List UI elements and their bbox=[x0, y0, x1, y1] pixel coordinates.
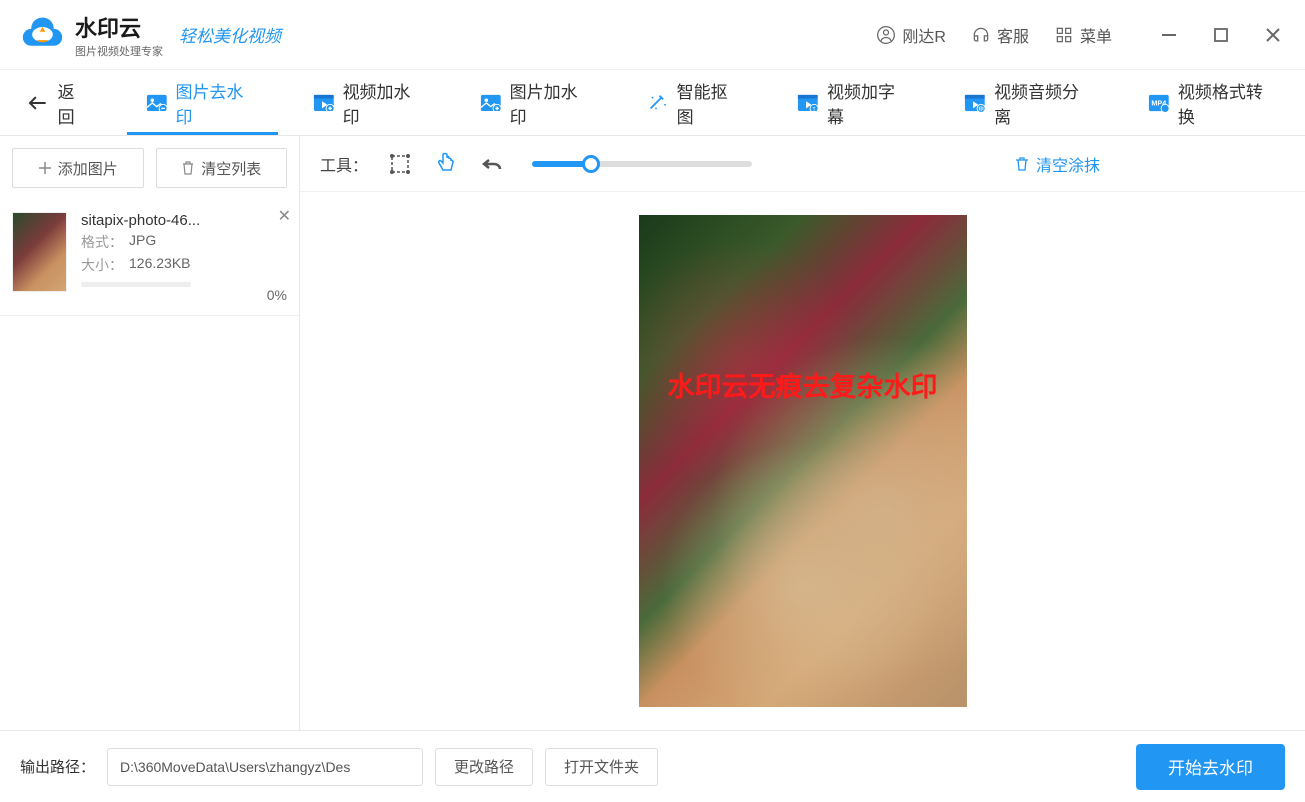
back-label: 返回 bbox=[58, 78, 91, 128]
tab-label: 视频格式转换 bbox=[1178, 78, 1278, 128]
toolbar: 工具： 清空涂抹 bbox=[300, 136, 1305, 192]
app-name: 水印云 bbox=[75, 16, 141, 41]
output-path-label: 输出路径： bbox=[20, 756, 95, 777]
tab-label: 视频音频分离 bbox=[994, 78, 1094, 128]
tab-video-subtitle[interactable]: T 视频加字幕 bbox=[770, 70, 937, 135]
user-label: 刚达R bbox=[902, 23, 946, 47]
sidebar-header: 添加图片 清空列表 bbox=[0, 136, 299, 200]
trash-icon bbox=[1014, 156, 1030, 172]
file-progress-percent: 0% bbox=[81, 287, 287, 303]
headset-icon bbox=[971, 25, 991, 45]
clear-smear-label: 清空涂抹 bbox=[1036, 152, 1100, 176]
footer: 输出路径： D:\360MoveData\Users\zhangyz\Des 更… bbox=[0, 730, 1305, 802]
tab-label: 视频加字幕 bbox=[827, 78, 910, 128]
clear-list-button[interactable]: 清空列表 bbox=[156, 148, 288, 188]
workspace: 工具： 清空涂抹 水印云无痕去复杂水印 bbox=[300, 136, 1305, 730]
brush-size-slider[interactable] bbox=[532, 161, 752, 167]
minimize-icon bbox=[1160, 26, 1178, 44]
file-remove-button[interactable]: ✕ bbox=[278, 206, 291, 226]
tab-image-add-watermark[interactable]: 图片加水印 bbox=[453, 70, 620, 135]
arrow-left-icon bbox=[28, 95, 48, 111]
mp4-icon: MP4 bbox=[1148, 94, 1170, 112]
tab-image-remove-watermark[interactable]: 图片去水印 bbox=[119, 70, 286, 135]
service-button[interactable]: 客服 bbox=[971, 23, 1029, 47]
undo-icon bbox=[480, 152, 504, 176]
menu-button[interactable]: 菜单 bbox=[1054, 23, 1112, 47]
app-subtitle: 图片视频处理专家 bbox=[75, 43, 163, 59]
tab-smart-cutout[interactable]: 智能抠图 bbox=[620, 70, 770, 135]
file-thumbnail bbox=[12, 212, 67, 292]
clear-smear-button[interactable]: 清空涂抹 bbox=[1014, 152, 1100, 176]
image-icon bbox=[146, 94, 168, 112]
maximize-icon bbox=[1212, 26, 1230, 44]
tab-video-add-watermark[interactable]: 视频加水印 bbox=[286, 70, 453, 135]
service-label: 客服 bbox=[997, 23, 1029, 47]
minimize-button[interactable] bbox=[1157, 23, 1181, 47]
plus-icon bbox=[38, 161, 52, 175]
wand-icon bbox=[647, 94, 669, 112]
tool-label: 工具： bbox=[320, 152, 368, 176]
close-icon bbox=[1264, 26, 1282, 44]
app-slogan: 轻松美化视频 bbox=[179, 22, 281, 47]
tab-audio-separate[interactable]: 视频音频分离 bbox=[937, 70, 1121, 135]
select-box-icon bbox=[388, 152, 412, 176]
sidebar: 添加图片 清空列表 sitapix-photo-46... 格式： JPG 大小… bbox=[0, 136, 300, 730]
grid-icon bbox=[1054, 25, 1074, 45]
file-format: 格式： JPG bbox=[81, 232, 287, 252]
file-size: 大小： 126.23KB bbox=[81, 255, 287, 275]
titlebar: 水印云 图片视频处理专家 轻松美化视频 刚达R 客服 菜单 bbox=[0, 0, 1305, 70]
change-path-button[interactable]: 更改路径 bbox=[435, 748, 533, 786]
watermark-text: 水印云无痕去复杂水印 bbox=[649, 365, 957, 404]
undo-tool[interactable] bbox=[478, 150, 506, 178]
tab-label: 图片去水印 bbox=[176, 78, 259, 128]
tab-label: 智能抠图 bbox=[677, 78, 744, 128]
canvas-area: 水印云无痕去复杂水印 bbox=[300, 192, 1305, 730]
file-item[interactable]: sitapix-photo-46... 格式： JPG 大小： 126.23KB… bbox=[0, 200, 299, 316]
video-text-icon: T bbox=[797, 94, 819, 112]
file-name: sitapix-photo-46... bbox=[81, 212, 231, 229]
output-path-input[interactable]: D:\360MoveData\Users\zhangyz\Des bbox=[107, 748, 423, 786]
tab-video-convert[interactable]: MP4 视频格式转换 bbox=[1121, 70, 1305, 135]
logo-area: 水印云 图片视频处理专家 轻松美化视频 bbox=[20, 11, 281, 59]
menu-label: 菜单 bbox=[1080, 23, 1112, 47]
add-image-label: 添加图片 bbox=[58, 158, 118, 179]
user-button[interactable]: 刚达R bbox=[876, 23, 946, 47]
open-folder-button[interactable]: 打开文件夹 bbox=[545, 748, 658, 786]
user-icon bbox=[876, 25, 896, 45]
hand-pointer-icon bbox=[434, 152, 458, 176]
tab-label: 视频加水印 bbox=[343, 78, 426, 128]
trash-icon bbox=[181, 161, 195, 175]
back-button[interactable]: 返回 bbox=[0, 70, 119, 135]
canvas-image[interactable]: 水印云无痕去复杂水印 bbox=[639, 215, 967, 707]
slider-thumb[interactable] bbox=[582, 155, 600, 173]
brush-tool[interactable] bbox=[432, 150, 460, 178]
main-area: 添加图片 清空列表 sitapix-photo-46... 格式： JPG 大小… bbox=[0, 136, 1305, 730]
app-logo-icon bbox=[20, 12, 65, 57]
video-audio-icon bbox=[964, 94, 986, 112]
video-icon bbox=[313, 94, 335, 112]
add-image-button[interactable]: 添加图片 bbox=[12, 148, 144, 188]
close-button[interactable] bbox=[1261, 23, 1285, 47]
image-plus-icon bbox=[480, 94, 502, 112]
file-list: sitapix-photo-46... 格式： JPG 大小： 126.23KB… bbox=[0, 200, 299, 730]
clear-list-label: 清空列表 bbox=[201, 158, 261, 179]
start-button[interactable]: 开始去水印 bbox=[1136, 744, 1285, 790]
window-controls bbox=[1157, 23, 1285, 47]
file-info: sitapix-photo-46... 格式： JPG 大小： 126.23KB… bbox=[81, 212, 287, 303]
tabs-bar: 返回 图片去水印 视频加水印 图片加水印 智能抠图 T 视频加字幕 视频音频分离… bbox=[0, 70, 1305, 136]
tab-label: 图片加水印 bbox=[510, 78, 593, 128]
titlebar-right: 刚达R 客服 菜单 bbox=[876, 23, 1285, 47]
select-tool[interactable] bbox=[386, 150, 414, 178]
maximize-button[interactable] bbox=[1209, 23, 1233, 47]
